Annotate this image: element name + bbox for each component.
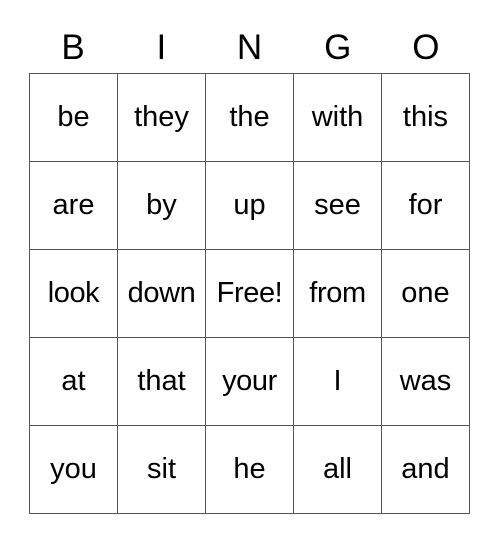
column-header-i: I <box>156 28 167 67</box>
bingo-row-1: be they the with this <box>30 74 470 162</box>
bingo-cell-label: your <box>222 365 277 397</box>
bingo-cell-label: for <box>408 189 443 221</box>
bingo-row-5: you sit he all and <box>30 426 470 514</box>
bingo-cell-b3[interactable]: look <box>30 250 118 338</box>
bingo-cell-g5[interactable]: all <box>294 426 382 514</box>
bingo-cell-b4[interactable]: at <box>30 338 118 426</box>
bingo-cell-n1[interactable]: the <box>206 74 294 162</box>
bingo-cell-n4[interactable]: your <box>206 338 294 426</box>
bingo-cell-o3[interactable]: one <box>382 250 470 338</box>
bingo-cell-free-space[interactable]: Free! <box>206 250 294 338</box>
bingo-cell-label: at <box>61 365 86 397</box>
bingo-cell-g2[interactable]: see <box>294 162 382 250</box>
bingo-cell-label: be <box>57 101 90 133</box>
bingo-cell-label: with <box>311 101 364 133</box>
column-header-b: B <box>61 28 85 67</box>
bingo-cell-n2[interactable]: up <box>206 162 294 250</box>
bingo-cell-o1[interactable]: this <box>382 74 470 162</box>
bingo-row-2: are by up see for <box>30 162 470 250</box>
bingo-cell-label: they <box>134 101 189 133</box>
bingo-cell-g3[interactable]: from <box>294 250 382 338</box>
bingo-cell-g1[interactable]: with <box>294 74 382 162</box>
bingo-cell-label: the <box>229 101 270 133</box>
bingo-cell-b1[interactable]: be <box>30 74 118 162</box>
bingo-cell-i4[interactable]: that <box>118 338 206 426</box>
free-space-label: Free! <box>216 277 283 309</box>
bingo-cell-label: down <box>127 277 196 309</box>
column-header-g: G <box>324 28 352 67</box>
bingo-cell-i5[interactable]: sit <box>118 426 206 514</box>
bingo-cell-label: sit <box>147 453 176 485</box>
bingo-cell-o4[interactable]: was <box>382 338 470 426</box>
bingo-cell-b5[interactable]: you <box>30 426 118 514</box>
bingo-cell-b2[interactable]: are <box>30 162 118 250</box>
bingo-cell-label: this <box>402 101 449 133</box>
bingo-cell-n5[interactable]: he <box>206 426 294 514</box>
bingo-row-4: at that your I was <box>30 338 470 426</box>
bingo-cell-label: by <box>146 189 177 221</box>
bingo-cell-label: you <box>50 453 97 485</box>
bingo-cell-label: are <box>52 189 95 221</box>
bingo-card: B I N G O be they the with this are by u… <box>29 22 470 514</box>
bingo-cell-o5[interactable]: and <box>382 426 470 514</box>
bingo-cell-label: was <box>399 365 452 397</box>
bingo-cell-label: from <box>309 277 366 309</box>
bingo-row-3: look down Free! from one <box>30 250 470 338</box>
bingo-grid: be they the with this are by up see for … <box>29 73 470 514</box>
column-header-o: O <box>412 28 440 67</box>
bingo-cell-g4[interactable]: I <box>294 338 382 426</box>
bingo-cell-label: that <box>137 365 186 397</box>
bingo-cell-i1[interactable]: they <box>118 74 206 162</box>
bingo-header-row: B I N G O <box>29 22 470 73</box>
bingo-cell-label: look <box>47 277 100 309</box>
bingo-cell-label: I <box>333 365 342 397</box>
bingo-cell-i2[interactable]: by <box>118 162 206 250</box>
column-header-n: N <box>236 28 263 67</box>
bingo-cell-o2[interactable]: for <box>382 162 470 250</box>
bingo-cell-label: and <box>401 453 450 485</box>
bingo-cell-label: he <box>233 453 266 485</box>
bingo-cell-i3[interactable]: down <box>118 250 206 338</box>
bingo-cell-label: all <box>322 453 352 485</box>
bingo-cell-label: see <box>314 189 361 221</box>
bingo-cell-label: up <box>233 189 266 221</box>
bingo-cell-label: one <box>401 277 450 309</box>
